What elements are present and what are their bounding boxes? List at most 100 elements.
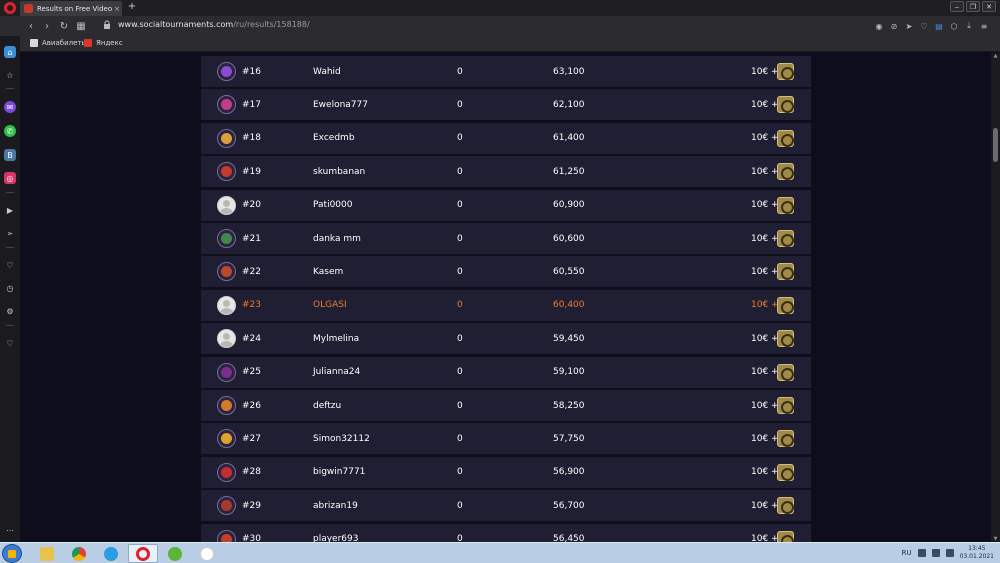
player-prize: 10€ + xyxy=(751,367,779,378)
home-icon[interactable]: ⌂ xyxy=(4,46,16,58)
prize-badge-icon xyxy=(777,63,794,80)
window-controls: ‒ ❐ ✕ xyxy=(950,1,996,12)
heart-icon[interactable]: ♡ xyxy=(4,259,16,271)
player-points: 0 xyxy=(457,333,463,344)
bookmark-item[interactable]: Авиабилеты xyxy=(30,39,87,47)
scrollbar[interactable]: ▲ ▼ xyxy=(991,53,1000,542)
player-name: player693 xyxy=(313,534,359,542)
player-points: 0 xyxy=(457,133,463,144)
explorer-button[interactable] xyxy=(32,544,62,563)
instagram-icon[interactable]: ◎ xyxy=(4,172,16,184)
player-name: Kasem xyxy=(313,266,344,277)
settings-icon[interactable]: ⚙ xyxy=(4,305,16,317)
tab-title: Results on Free Video Slot xyxy=(37,4,112,13)
tips-icon[interactable]: ♡ xyxy=(4,337,16,349)
player-rank: #30 xyxy=(242,534,261,542)
star-icon[interactable]: ☆ xyxy=(4,69,16,81)
adblock-icon[interactable]: ⊘ xyxy=(888,19,900,33)
extensions-icon[interactable]: ⬡ xyxy=(948,19,960,33)
messenger-icon[interactable]: ✉ xyxy=(4,101,16,113)
back-icon[interactable]: ‹ xyxy=(24,19,38,33)
player-rank: #19 xyxy=(242,166,261,177)
folder-icon xyxy=(30,39,38,47)
chrome-button[interactable] xyxy=(64,544,94,563)
close-window-icon[interactable]: ✕ xyxy=(982,1,996,12)
prize-badge-icon xyxy=(777,163,794,181)
download-icon[interactable]: ⤓ xyxy=(963,19,975,33)
prize-badge-icon xyxy=(777,330,794,348)
player-points: 0 xyxy=(457,433,463,444)
forward-icon[interactable]: › xyxy=(40,19,54,33)
leaderboard-row: #16 Wahid 0 63,100 10€ + xyxy=(201,56,811,87)
prize-badge-icon xyxy=(777,129,794,147)
prize-badge-icon xyxy=(777,263,794,281)
minimize-icon[interactable]: ‒ xyxy=(950,1,964,12)
player-rank: #29 xyxy=(242,500,261,511)
volume-icon[interactable] xyxy=(945,549,954,557)
new-tab-button[interactable]: + xyxy=(126,1,138,12)
clock[interactable]: 13:45 03.01.2021 xyxy=(960,545,994,561)
player-avatar xyxy=(217,229,236,248)
player-name: bigwin7771 xyxy=(313,467,366,478)
leaderboard-row: #27 Simon32112 0 57,750 10€ + xyxy=(201,423,811,455)
yandex-button[interactable] xyxy=(192,544,222,563)
lock-icon xyxy=(104,20,110,29)
speed-dial-icon[interactable]: ▦ xyxy=(74,19,88,33)
bookmarks-bar: Авиабилеты Яндекс xyxy=(0,36,1000,52)
flow-icon[interactable]: ➢ xyxy=(4,227,16,239)
leaderboard-row: #28 bigwin7771 0 56,900 10€ + xyxy=(201,456,811,488)
flag-icon[interactable] xyxy=(917,549,926,557)
url-input[interactable]: www.socialtournaments.com/ru/results/158… xyxy=(118,20,310,29)
page-content: #16 Wahid 0 63,100 10€ + #17 Ewelona777 0 62,100… xyxy=(20,53,991,542)
player-prize: 10€ + xyxy=(751,166,779,177)
history-icon[interactable]: ◷ xyxy=(4,282,16,294)
vk-icon[interactable]: В xyxy=(4,149,16,161)
player-avatar xyxy=(217,295,236,315)
restore-icon[interactable]: ❐ xyxy=(966,1,980,12)
camera-icon[interactable]: ◉ xyxy=(873,19,885,33)
leaderboard-row: #30 player693 0 56,450 10€ + xyxy=(201,523,811,542)
bookmark-item[interactable]: Яндекс xyxy=(84,39,123,47)
scroll-up-icon[interactable]: ▲ xyxy=(992,53,999,59)
player-rank: #27 xyxy=(242,433,261,444)
player-score: 61,250 xyxy=(553,166,585,177)
player-name: OLGASI xyxy=(313,300,347,311)
chrome-icon xyxy=(72,546,86,561)
player-avatar xyxy=(217,95,236,115)
player-prize: 10€ + xyxy=(751,467,779,478)
easy-setup-icon[interactable]: ≡ xyxy=(978,19,990,33)
heart-icon[interactable]: ♡ xyxy=(918,19,930,33)
prize-badge-icon xyxy=(777,397,794,414)
language-indicator[interactable]: RU xyxy=(902,549,912,557)
send-icon[interactable]: ➤ xyxy=(903,19,915,33)
player-prize: 10€ + xyxy=(751,400,779,411)
telegram-button[interactable] xyxy=(96,544,126,563)
opera-button[interactable] xyxy=(128,544,158,563)
player-icon[interactable]: ▶ xyxy=(4,204,16,216)
player-name: deftzu xyxy=(313,400,342,411)
tab-results[interactable]: Results on Free Video Slot × xyxy=(20,1,122,16)
leaderboard-row: #22 Kasem 0 60,550 10€ + xyxy=(201,256,811,288)
player-name: Simon32112 xyxy=(313,433,370,444)
bookmark-label: Яндекс xyxy=(96,39,123,47)
whatsapp-icon[interactable]: ✆ xyxy=(4,125,16,137)
leaderboard-row: #29 abrizan19 0 56,700 10€ + xyxy=(201,490,811,522)
tab-close-icon[interactable]: × xyxy=(112,5,122,13)
more-icon[interactable]: ⋯ xyxy=(4,524,16,536)
player-points: 0 xyxy=(457,266,463,277)
scroll-thumb[interactable] xyxy=(993,128,998,162)
tab-bar: Results on Free Video Slot × + ‒ ❐ ✕ xyxy=(0,0,1000,16)
utorrent-button[interactable] xyxy=(160,544,190,563)
opera-menu-icon[interactable] xyxy=(4,2,16,14)
player-points: 0 xyxy=(457,99,463,110)
leaderboard-row: #18 Excedmb 0 61,400 10€ + xyxy=(201,122,811,154)
player-name: danka mm xyxy=(313,233,361,244)
player-name: Excedmb xyxy=(313,133,355,144)
network-icon[interactable] xyxy=(931,549,940,557)
player-avatar xyxy=(217,262,236,282)
reload-icon[interactable]: ↻ xyxy=(57,19,71,33)
address-tools: ◉ ⊘ ➤ ♡ ▤ ⬡ ⤓ ≡ xyxy=(873,19,990,33)
cart-icon[interactable]: ▤ xyxy=(933,19,945,33)
start-button[interactable] xyxy=(2,544,22,563)
prize-badge-icon xyxy=(777,363,794,381)
